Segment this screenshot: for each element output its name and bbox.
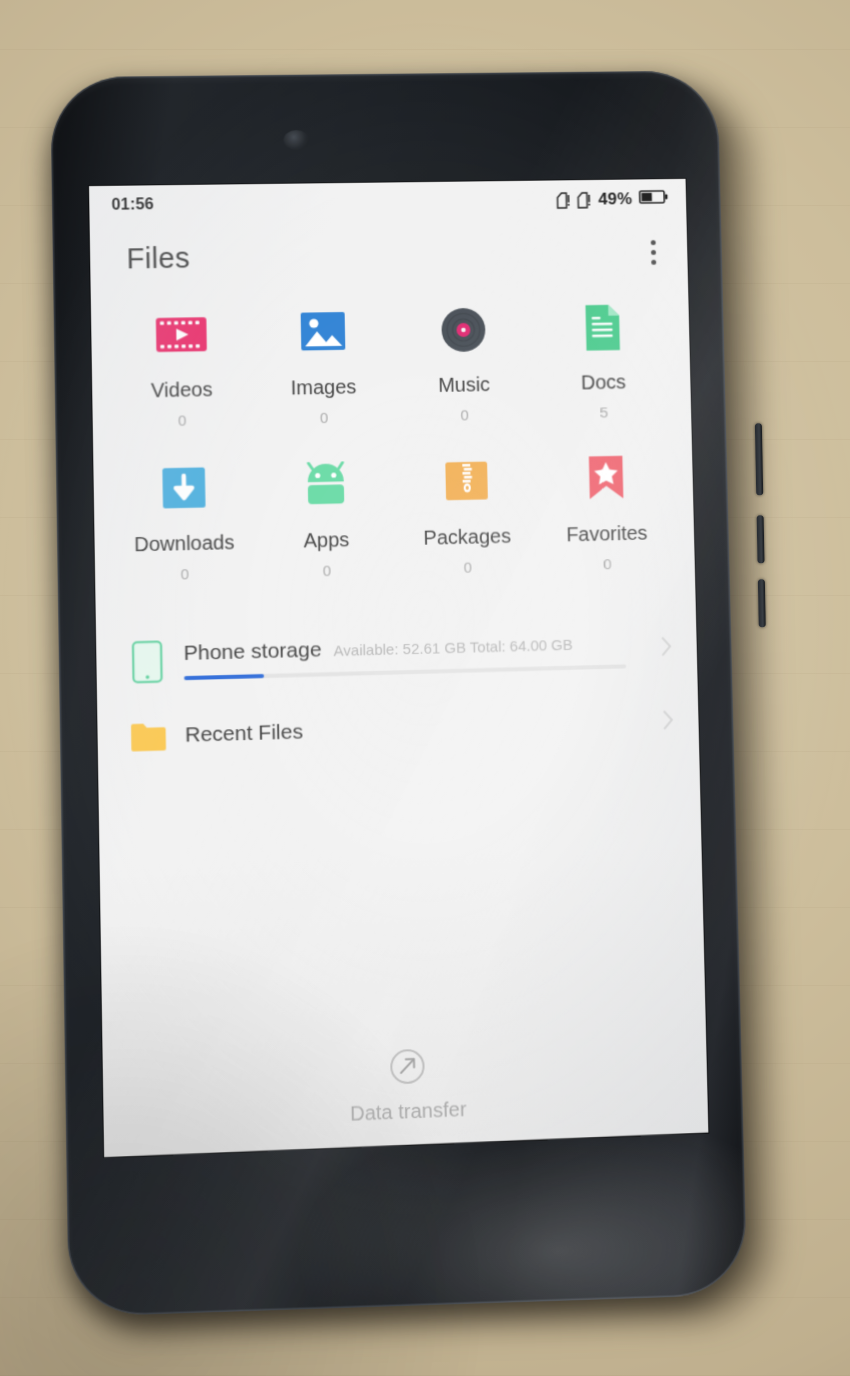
category-count: 0 xyxy=(319,409,329,428)
category-count: 0 xyxy=(463,559,473,577)
storage-progress-fill xyxy=(184,674,264,681)
category-label: Docs xyxy=(580,371,627,395)
category-apps[interactable]: Apps 0 xyxy=(254,455,398,581)
category-count: 0 xyxy=(322,562,332,581)
category-packages[interactable]: Packages 0 xyxy=(395,453,538,579)
category-label: Favorites xyxy=(566,522,648,547)
chevron-right-icon[interactable] xyxy=(661,707,675,736)
download-arrow-icon xyxy=(155,459,213,516)
recent-files-title: Recent Files xyxy=(184,720,304,747)
category-videos[interactable]: Videos 0 xyxy=(109,306,253,432)
volume-down-button[interactable] xyxy=(756,515,765,564)
category-label: Images xyxy=(290,376,357,400)
photograph-scene: 01:56 49% Files Videos 0 Images 0 Music … xyxy=(0,0,850,1376)
category-count: 5 xyxy=(599,404,609,422)
overflow-menu-icon[interactable] xyxy=(645,234,663,271)
app-header: Files xyxy=(90,218,688,294)
photo-icon xyxy=(294,304,351,361)
phone-storage-icon xyxy=(127,640,168,683)
category-favorites[interactable]: Favorites 0 xyxy=(535,450,677,575)
film-strip-icon xyxy=(152,306,209,363)
status-clock: 01:56 xyxy=(111,196,155,214)
battery-icon xyxy=(639,188,669,209)
data-transfer-label: Data transfer xyxy=(349,1098,467,1126)
smartphone: 01:56 49% Files Videos 0 Images 0 Music … xyxy=(50,63,774,1333)
vinyl-record-icon xyxy=(435,302,492,358)
list-item-recent-files[interactable]: Recent Files xyxy=(128,685,676,775)
category-label: Apps xyxy=(303,529,350,553)
chevron-right-icon[interactable] xyxy=(659,634,673,663)
document-icon xyxy=(574,300,630,356)
phone-body: 01:56 49% Files Videos 0 Images 0 Music … xyxy=(50,70,748,1317)
category-label: Downloads xyxy=(134,531,235,557)
sim-card-missing-icon xyxy=(577,191,591,208)
power-button[interactable] xyxy=(757,579,766,628)
category-label: Music xyxy=(437,374,491,397)
category-docs[interactable]: Docs 5 xyxy=(532,299,674,423)
category-downloads[interactable]: Downloads 0 xyxy=(112,458,257,585)
category-label: Videos xyxy=(150,379,213,403)
storage-subtitle: Available: 52.61 GB Total: 64.00 GB xyxy=(333,636,573,661)
category-grid: Videos 0 Images 0 Music 0 Docs 5 Downloa… xyxy=(91,285,695,586)
category-music[interactable]: Music 0 xyxy=(392,301,534,425)
category-count: 0 xyxy=(180,566,190,584)
folder-icon xyxy=(128,715,169,759)
storage-list: Phone storage Available: 52.61 GB Total:… xyxy=(96,611,700,776)
storage-title: Phone storage xyxy=(183,638,322,666)
battery-percent-label: 49% xyxy=(597,189,633,209)
category-images[interactable]: Images 0 xyxy=(251,303,394,428)
bookmark-star-icon xyxy=(577,451,633,508)
category-count: 0 xyxy=(460,407,470,425)
zip-archive-icon xyxy=(438,453,495,510)
category-count: 0 xyxy=(177,412,187,430)
phone-screen: 01:56 49% Files Videos 0 Images 0 Music … xyxy=(89,178,709,1158)
android-robot-icon xyxy=(297,456,354,513)
data-transfer-icon xyxy=(388,1047,427,1092)
category-label: Packages xyxy=(423,525,512,550)
category-count: 0 xyxy=(603,556,612,574)
volume-up-button[interactable] xyxy=(754,423,764,496)
front-camera-icon xyxy=(283,129,310,151)
data-transfer-button[interactable]: Data transfer xyxy=(103,1036,708,1137)
sim-card-missing-icon xyxy=(557,192,571,209)
storage-progress-track xyxy=(184,664,626,681)
page-title: Files xyxy=(126,242,191,275)
